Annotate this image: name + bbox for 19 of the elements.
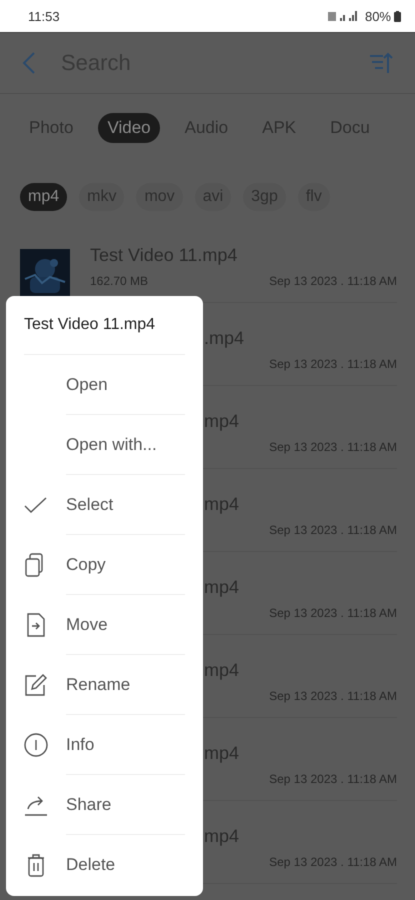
menu-item[interactable]: Move [66, 595, 185, 655]
menu-item[interactable]: Info [66, 715, 185, 775]
menu-item[interactable]: Open with... [66, 415, 185, 475]
edit-icon [24, 673, 48, 697]
battery-level: 80% [364, 8, 391, 24]
info-icon [24, 733, 48, 757]
menu-title: Test Video 11.mp4 [24, 296, 185, 355]
battery-icon [394, 10, 401, 22]
sort-icon[interactable] [369, 52, 393, 74]
menu-item[interactable]: Rename [66, 655, 185, 715]
menu-item[interactable]: Select [66, 475, 185, 535]
status-time: 11:53 [28, 8, 60, 24]
menu-item[interactable]: Share [66, 775, 185, 835]
menu-item[interactable]: Open [66, 355, 185, 415]
category-tab[interactable]: Video [98, 113, 160, 143]
menu-item[interactable]: Copy [66, 535, 185, 595]
format-chip[interactable]: mp4 [20, 183, 68, 211]
menu-item[interactable]: Delete [66, 836, 185, 894]
back-icon[interactable] [22, 51, 36, 75]
